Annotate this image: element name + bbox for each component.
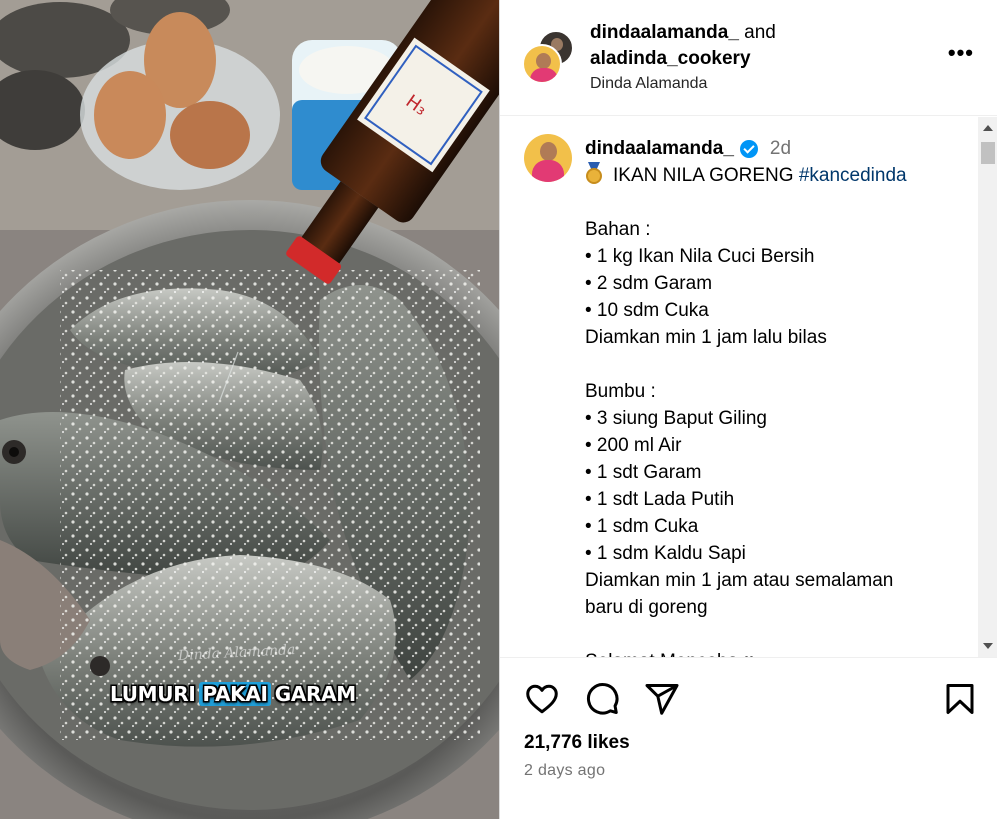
caption-line: • 10 sdm Cuka: [585, 300, 709, 321]
caption-line: • 2 sdm Garam: [585, 273, 713, 294]
caption-line: • 1 sdm Kaldu Sapi: [585, 543, 746, 564]
scroll-thumb[interactable]: [981, 142, 995, 164]
caption-section: dindaalamanda_ 2d IKAN NILA GORENG #kanc…: [500, 117, 978, 657]
caption-line: Selamat Mencoba ♥: [585, 648, 965, 657]
post-header: dindaalamanda_ and aladinda_cookery Dind…: [500, 0, 997, 116]
caption-line: • 200 ml Air: [585, 435, 682, 456]
post-time[interactable]: 2d: [770, 135, 791, 162]
scroll-down-icon[interactable]: [983, 643, 993, 649]
caption-title: IKAN NILA GORENG: [613, 165, 794, 186]
header-usernames: dindaalamanda_ and aladinda_cookery Dind…: [590, 20, 776, 96]
bookmark-icon[interactable]: [942, 681, 978, 717]
caption-body: dindaalamanda_ 2d IKAN NILA GORENG #kanc…: [585, 135, 965, 657]
comment-icon[interactable]: [584, 681, 620, 717]
scroll-up-icon[interactable]: [983, 125, 993, 131]
caption-word-2: PAKAI: [199, 682, 271, 706]
caption-line: [585, 621, 965, 648]
caption-line: Bumbu :: [585, 381, 656, 402]
caption-line: • 1 kg Ikan Nila Cuci Bersih: [585, 246, 815, 267]
action-bar: 21,776 likes 2 days ago: [500, 657, 997, 819]
caption-line: Diamkan min 1 jam atau semalaman: [585, 570, 894, 591]
verified-icon: [739, 139, 758, 158]
video-caption: LUMURI PAKAI GARAM: [110, 682, 356, 706]
collab-avatars[interactable]: [522, 30, 576, 84]
caption-line: • 3 siung Baput Giling: [585, 408, 767, 429]
post-date[interactable]: 2 days ago: [524, 762, 605, 780]
caption-line: • 1 sdm Cuka: [585, 516, 699, 537]
caption-line: Diamkan min 1 jam lalu bilas: [585, 327, 827, 348]
medal-icon: [585, 162, 603, 184]
caption-line: • 1 sdt Garam: [585, 462, 702, 483]
caption-line: Bahan :: [585, 219, 651, 240]
likes-count[interactable]: 21,776 likes: [524, 732, 630, 754]
avatar-author[interactable]: [522, 44, 562, 84]
caption-line: [585, 189, 965, 216]
header-username-2[interactable]: aladinda_cookery: [590, 46, 776, 72]
post-media[interactable]: H₃ Dinda Alamanda LUMURI PAKAI GARAM: [0, 0, 499, 819]
post-panel: dindaalamanda_ and aladinda_cookery Dind…: [499, 0, 997, 819]
header-username-1[interactable]: dindaalamanda_: [590, 22, 739, 43]
caption-lines: Bahan : • 1 kg Ikan Nila Cuci Bersih • 2…: [585, 189, 965, 657]
caption-word-1: LUMURI: [110, 682, 196, 706]
more-icon[interactable]: •••: [948, 40, 974, 66]
header-subtitle[interactable]: Dinda Alamanda: [590, 72, 776, 96]
header-joiner: and: [744, 22, 776, 43]
caption-line: • 1 sdt Lada Putih: [585, 489, 735, 510]
heart-icon[interactable]: [524, 681, 560, 717]
caption-username[interactable]: dindaalamanda_: [585, 135, 734, 162]
caption-avatar[interactable]: [524, 134, 572, 182]
caption-scrollbar[interactable]: [978, 117, 997, 657]
caption-line: [585, 351, 965, 378]
hashtag-link[interactable]: #kancedinda: [799, 165, 907, 186]
share-icon[interactable]: [644, 681, 680, 717]
caption-line: baru di goreng: [585, 597, 708, 618]
caption-word-3: GARAM: [274, 682, 356, 706]
